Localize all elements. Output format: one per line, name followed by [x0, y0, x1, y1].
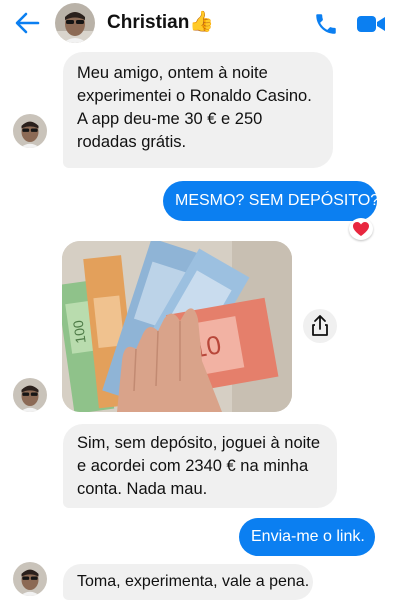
- message-text: MESMO? SEM DEPÓSITO?: [175, 192, 380, 209]
- message-outgoing[interactable]: MESMO? SEM DEPÓSITO?: [163, 181, 380, 221]
- contact-name[interactable]: Christian: [107, 12, 189, 34]
- message-incoming[interactable]: Meu amigo, ontem à noite experimentei o …: [63, 52, 333, 168]
- chat-header: Christian 👍: [0, 0, 404, 46]
- message-text-line: A app deu-me 30 € e 250: [77, 110, 263, 128]
- message-text: Toma, experimenta, vale a pena.: [77, 573, 310, 590]
- share-icon[interactable]: [303, 309, 337, 343]
- message-text-line: experimentei o Ronaldo Casino.: [77, 87, 312, 105]
- message-incoming[interactable]: Toma, experimenta, vale a pena.: [63, 564, 313, 600]
- svg-text:100: 100: [70, 319, 89, 345]
- message-photo[interactable]: 100 10: [62, 241, 292, 412]
- arrow-left-icon[interactable]: [14, 11, 40, 35]
- sender-avatar[interactable]: [13, 114, 47, 148]
- message-text-line: Meu amigo, ontem à noite: [77, 64, 268, 82]
- message-incoming[interactable]: Sim, sem depósito, joguei à noite e acor…: [63, 424, 337, 508]
- sender-avatar[interactable]: [13, 378, 47, 412]
- video-camera-icon[interactable]: [356, 13, 386, 35]
- contact-avatar[interactable]: [55, 3, 95, 43]
- heart-reaction[interactable]: [349, 218, 373, 240]
- message-outgoing[interactable]: Envia-me o link.: [239, 518, 375, 556]
- phone-icon[interactable]: [313, 11, 339, 37]
- message-text: Envia-me o link.: [251, 528, 365, 545]
- message-text-line: conta. Nada mau.: [77, 480, 208, 498]
- sender-avatar[interactable]: [13, 562, 47, 596]
- message-text-line: Sim, sem depósito, joguei à noite: [77, 434, 321, 452]
- message-text-line: rodadas grátis.: [77, 133, 187, 151]
- thumbs-up-emoji: 👍: [189, 11, 214, 33]
- message-text-line: e acordei com 2340 € na minha: [77, 457, 309, 475]
